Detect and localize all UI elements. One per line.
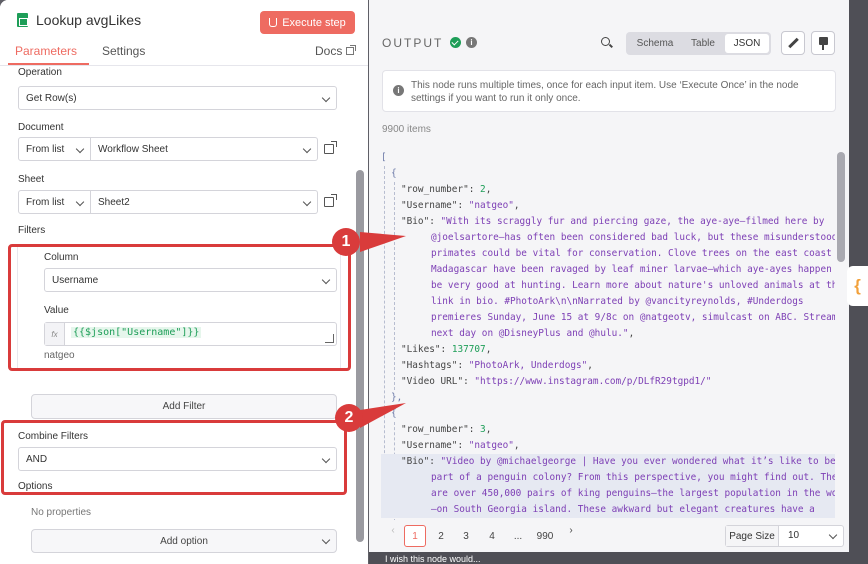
- annotation-arrow-2: [360, 403, 406, 428]
- annotation-arrows: [360, 232, 406, 428]
- annotation-badge-1: 1: [332, 228, 360, 256]
- annotation-badge-2: 2: [335, 404, 363, 432]
- annotation-arrow-1: [360, 232, 406, 252]
